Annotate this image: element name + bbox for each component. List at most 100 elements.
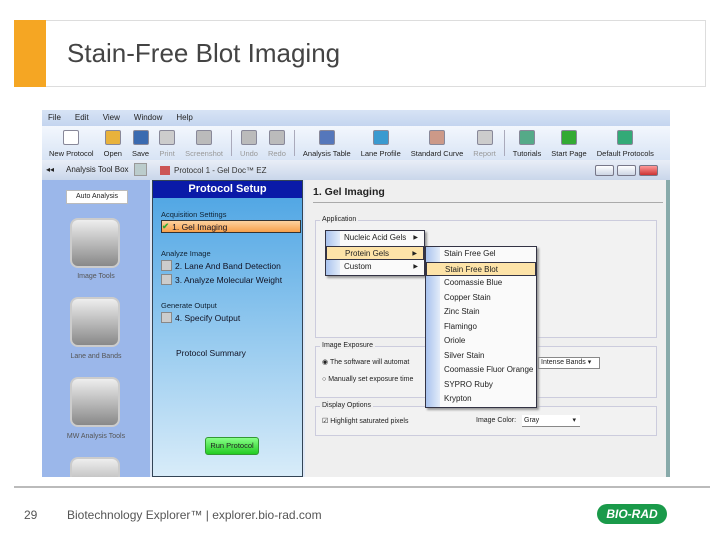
slide-title: Stain-Free Blot Imaging (67, 38, 341, 68)
doc-tab[interactable]: Protocol 1 - Gel Doc™ EZ (174, 166, 266, 175)
submenu-item[interactable]: Silver Stain (426, 349, 536, 364)
step-label: 4. Specify Output (175, 312, 241, 323)
checkbox[interactable] (161, 260, 172, 271)
restore-button[interactable] (617, 165, 636, 176)
gel-imaging-panel: 1. Gel Imaging Application Image Exposur… (305, 180, 670, 477)
manual-exposure-radio[interactable]: ○ Manually set exposure time (322, 376, 413, 383)
menu-view[interactable]: View (103, 113, 120, 123)
print-icon (159, 130, 176, 145)
submenu-item[interactable]: Flamingo (426, 320, 536, 335)
step-molecular-weight[interactable]: 3. Analyze Molecular Weight (161, 274, 282, 285)
toolbar-open-button[interactable]: Open (99, 128, 127, 158)
image-color-select[interactable]: Gray ▾ (522, 415, 580, 427)
submenu-item[interactable]: Stain Free Gel (426, 247, 536, 262)
menu-window[interactable]: Window (134, 113, 162, 123)
toolbar-label: Default Protocols (596, 149, 654, 158)
image-tools-button[interactable] (70, 218, 120, 268)
menu-help[interactable]: Help (176, 113, 192, 123)
mw-tools-label: MW Analysis Tools (66, 433, 126, 440)
tab-row: ◂◂ Analysis Tool Box Protocol 1 - Gel Do… (42, 160, 670, 180)
protocol-setup-panel: Protocol Setup Acquisition Settings ✔ 1. … (152, 180, 303, 477)
submenu-item[interactable]: Copper Stain (426, 291, 536, 306)
tutorial-icon (519, 130, 536, 145)
toolbar-print-button[interactable]: Print (154, 128, 180, 158)
pin-icon[interactable] (134, 163, 147, 176)
step-gel-imaging[interactable]: ✔ 1. Gel Imaging (161, 220, 301, 233)
submenu-item[interactable]: Coomassie Blue (426, 276, 536, 291)
table-icon (318, 130, 335, 145)
run-protocol-button[interactable]: Run Protocol (205, 437, 259, 455)
toolbar-undo-button[interactable]: Undo (235, 128, 263, 158)
submenu-item[interactable]: Stain Free Blot (426, 261, 536, 276)
step-label: 3. Analyze Molecular Weight (175, 274, 283, 285)
checkbox-label: Highlight saturated pixels (330, 418, 409, 425)
select-value: Intense Bands (541, 359, 586, 366)
flag-icon (561, 130, 577, 145)
image-tools-label: Image Tools (77, 273, 115, 280)
divider (313, 202, 663, 203)
menu-custom[interactable]: Custom ▶ (326, 260, 424, 275)
collapse-icon[interactable]: ◂◂ (46, 165, 54, 174)
toolbox-title: Analysis Tool Box (66, 165, 129, 174)
toolbar-standard-curve-button[interactable]: Standard Curve (406, 128, 469, 158)
toolbar-separator (231, 130, 233, 156)
menu-item-label: Custom (344, 262, 372, 271)
group-label: Image Exposure (320, 342, 375, 349)
protocol-summary-link[interactable]: Protocol Summary (176, 348, 246, 358)
protocols-icon (617, 130, 634, 145)
toolbar-save-button[interactable]: Save (127, 128, 154, 158)
toolbar-label: Report (473, 149, 496, 158)
application-menu: Nucleic Acid Gels ▶ Protein Gels ▶ Custom ▶ (325, 230, 425, 276)
menu-nucleic-acid-gels[interactable]: Nucleic Acid Gels ▶ (326, 231, 424, 246)
submenu-arrow-icon: ▶ (412, 250, 417, 257)
close-button[interactable] (639, 165, 658, 176)
title-accent-bar (14, 20, 46, 87)
toolbar-report-button[interactable]: Report (468, 128, 501, 158)
submenu-item[interactable]: Oriole (426, 334, 536, 349)
menu-edit[interactable]: Edit (75, 113, 89, 123)
menu-protein-gels[interactable]: Protein Gels ▶ (326, 245, 424, 260)
toolbar-label: Save (131, 149, 150, 158)
checkbox[interactable] (161, 274, 172, 285)
menu-file[interactable]: File (48, 113, 61, 123)
toolbar-separator (503, 130, 505, 156)
mw-tools-button[interactable] (70, 377, 120, 427)
document-icon (160, 166, 170, 175)
app-screenshot: File Edit View Window Help New Protocol O… (42, 110, 670, 477)
minimize-button[interactable] (595, 165, 614, 176)
step-specify-output[interactable]: 4. Specify Output (161, 312, 240, 323)
step-label: 1. Gel Imaging (172, 221, 228, 232)
toolbar-label: Start Page (551, 149, 587, 158)
auto-exposure-radio[interactable]: ◉ The software will automat (322, 358, 409, 366)
toolbar-redo-button[interactable]: Redo (263, 128, 291, 158)
toolbar-analysis-table-button[interactable]: Analysis Table (298, 128, 356, 158)
toolbar-screenshot-button[interactable]: Screenshot (180, 128, 228, 158)
toolbar-default-protocols-button[interactable]: Default Protocols (592, 128, 659, 158)
toolbar-tutorials-button[interactable]: Tutorials (508, 128, 546, 158)
auto-analysis-button[interactable]: Auto Analysis (66, 190, 128, 204)
image-color-label: Image Color: (476, 417, 517, 424)
panel-heading: 1. Gel Imaging (313, 186, 385, 198)
toolbar-start-page-button[interactable]: Start Page (546, 128, 591, 158)
undo-icon (241, 130, 257, 145)
group-label: Display Options (320, 402, 374, 409)
radio-label: Manually set exposure time (328, 376, 414, 383)
toolbar-label: Undo (240, 149, 258, 158)
camera-icon (196, 130, 213, 145)
highlight-checkbox[interactable]: ☑ Highlight saturated pixels (322, 417, 408, 425)
submenu-item[interactable]: Coomassie Fluor Orange (426, 363, 536, 378)
submenu-arrow-icon: ▶ (413, 264, 418, 270)
toolbar-separator (293, 130, 295, 156)
lanes-bands-label: Lane and Bands (70, 353, 122, 360)
redo-icon (268, 130, 285, 145)
more-tools-button[interactable] (70, 457, 120, 477)
submenu-item[interactable]: SYPRO Ruby (426, 378, 536, 393)
lanes-bands-button[interactable] (70, 297, 120, 347)
toolbar-lane-profile-button[interactable]: Lane Profile (356, 128, 406, 158)
intensity-select[interactable]: Intense Bands ▾ (538, 357, 600, 369)
step-lane-band[interactable]: 2. Lane And Band Detection (161, 260, 281, 271)
submenu-item[interactable]: Zinc Stain (426, 305, 536, 320)
toolbar-new-protocol-button[interactable]: New Protocol (44, 128, 99, 158)
checkbox[interactable] (161, 312, 172, 323)
submenu-item[interactable]: Krypton (426, 392, 536, 407)
